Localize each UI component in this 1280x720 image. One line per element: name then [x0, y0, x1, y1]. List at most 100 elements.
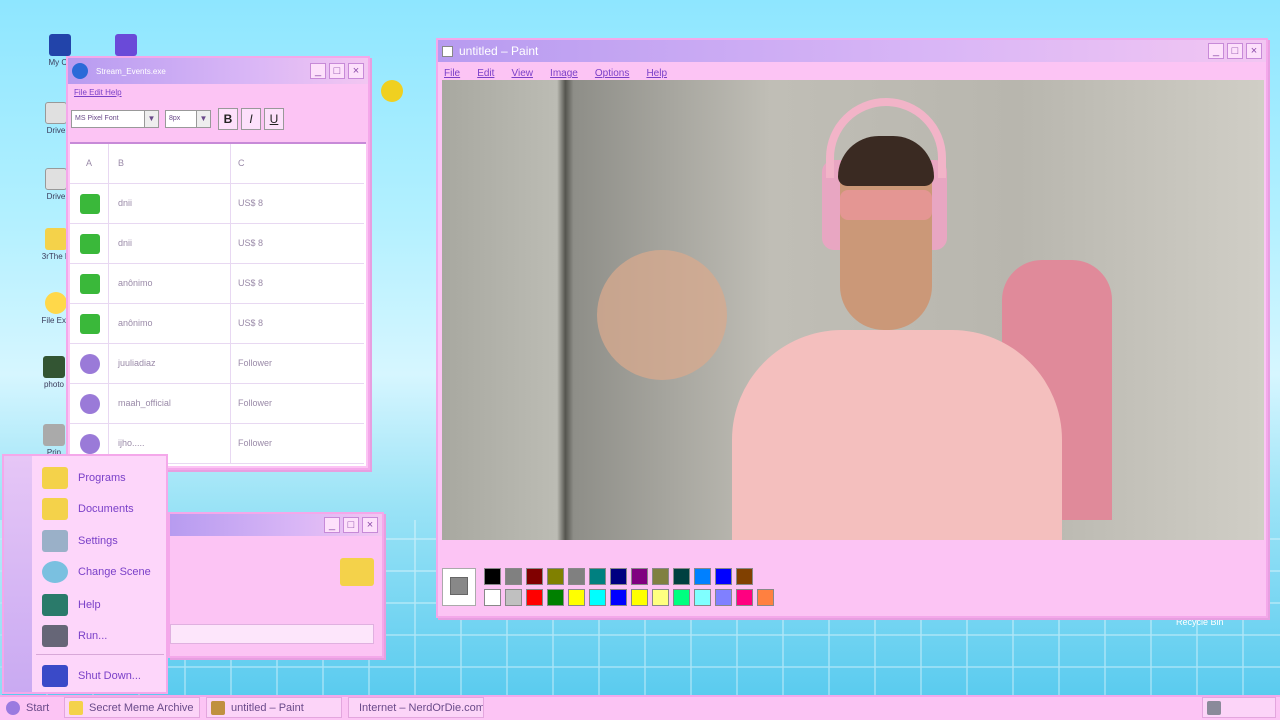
- photo-icon: [43, 356, 65, 378]
- color-swatch[interactable]: [652, 568, 669, 585]
- close-button[interactable]: ×: [348, 63, 364, 79]
- stuff-icon: [381, 80, 403, 102]
- archive-title-bar[interactable]: _ □ ×: [170, 514, 382, 536]
- table-row: anônimo US$ 8: [70, 304, 364, 344]
- table-header: A B C: [70, 144, 364, 184]
- paint-canvas[interactable]: [442, 80, 1264, 540]
- color-swatch[interactable]: [673, 568, 690, 585]
- color-swatch[interactable]: [526, 589, 543, 606]
- menu-options[interactable]: Options: [595, 68, 629, 79]
- start-item-settings[interactable]: Settings: [42, 527, 118, 555]
- minimize-button[interactable]: _: [1208, 43, 1224, 59]
- menu-file[interactable]: File: [444, 68, 460, 79]
- color-swatch[interactable]: [568, 568, 585, 585]
- color-swatch[interactable]: [589, 589, 606, 606]
- start-item-run[interactable]: Run...: [42, 622, 107, 650]
- maximize-button[interactable]: □: [329, 63, 345, 79]
- color-swatch[interactable]: [631, 589, 648, 606]
- events-table: A B C dnii US$ 8 dnii US$ 8 anônimo US$ 8 anôn…: [70, 142, 366, 466]
- start-menu: Programs Documents Settings Change Scene…: [2, 454, 168, 694]
- stream-window-title: Stream_Events.exe: [96, 66, 166, 76]
- desktop-icon-network[interactable]: [96, 34, 156, 58]
- person-shirt-image: [732, 330, 1062, 540]
- printer-icon: [43, 424, 65, 446]
- color-swatch[interactable]: [484, 589, 501, 606]
- font-size-select[interactable]: 8px ▼: [165, 110, 211, 128]
- bold-button[interactable]: B: [218, 108, 238, 130]
- color-swatch[interactable]: [610, 568, 627, 585]
- paint-window-title: untitled – Paint: [459, 44, 539, 58]
- color-swatch[interactable]: [547, 568, 564, 585]
- paint-window: untitled – Paint _ □ × File Edit View Im…: [436, 38, 1268, 618]
- stream-title-bar[interactable]: Stream_Events.exe _ □ ×: [68, 58, 368, 84]
- maximize-button[interactable]: □: [1227, 43, 1243, 59]
- menu-edit[interactable]: Edit: [477, 68, 494, 79]
- color-swatch[interactable]: [715, 568, 732, 585]
- color-swatch[interactable]: [652, 589, 669, 606]
- color-swatch[interactable]: [610, 589, 627, 606]
- run-icon: [42, 625, 68, 647]
- color-swatch[interactable]: [736, 589, 753, 606]
- start-item-help[interactable]: Help: [42, 591, 101, 619]
- stream-events-window: Stream_Events.exe _ □ × File Edit Help M…: [66, 56, 370, 470]
- minimize-button[interactable]: _: [310, 63, 326, 79]
- italic-button[interactable]: I: [241, 108, 261, 130]
- color-swatch[interactable]: [505, 568, 522, 585]
- color-swatch[interactable]: [568, 589, 585, 606]
- taskbar-item-archive[interactable]: Secret Meme Archive: [64, 697, 200, 718]
- start-button[interactable]: Start: [2, 697, 58, 718]
- paint-icon: [211, 700, 225, 715]
- color-swatch[interactable]: [589, 568, 606, 585]
- blurred-hand-image: [597, 250, 727, 380]
- color-swatch[interactable]: [715, 589, 732, 606]
- start-item-shut-down[interactable]: Shut Down...: [42, 662, 141, 690]
- table-row: maah_official Follower: [70, 384, 364, 424]
- folder-icon: [45, 228, 67, 250]
- color-swatch[interactable]: [547, 589, 564, 606]
- volume-icon[interactable]: [1207, 700, 1221, 715]
- programs-icon: [42, 467, 68, 489]
- color-swatch[interactable]: [694, 568, 711, 585]
- paint-menu-bar: File Edit View Image Options Help: [438, 62, 1266, 82]
- documents-icon: [42, 498, 68, 520]
- taskbar-item-paint[interactable]: untitled – Paint: [206, 697, 342, 718]
- minimize-button[interactable]: _: [324, 517, 340, 533]
- menu-help[interactable]: Help: [646, 68, 667, 79]
- table-row: anônimo US$ 8: [70, 264, 364, 304]
- taskbar-item-internet[interactable]: Internet – NerdOrDie.com: [348, 697, 484, 718]
- color-swatch[interactable]: [694, 589, 711, 606]
- color-swatch[interactable]: [757, 589, 774, 606]
- color-swatch[interactable]: [631, 568, 648, 585]
- color-swatch[interactable]: [736, 568, 753, 585]
- color-swatch[interactable]: [526, 568, 543, 585]
- color-swatch[interactable]: [484, 568, 501, 585]
- underline-button[interactable]: U: [264, 108, 284, 130]
- recycle-bin-label[interactable]: Recycle Bin: [1176, 617, 1224, 627]
- stream-menu-bar[interactable]: File Edit Help: [74, 88, 136, 97]
- color-swatch[interactable]: [505, 589, 522, 606]
- table-row: dnii US$ 8: [70, 224, 364, 264]
- start-logo-icon: [6, 700, 20, 715]
- start-item-programs[interactable]: Programs: [42, 464, 126, 492]
- paint-title-bar[interactable]: untitled – Paint _ □ ×: [438, 40, 1266, 62]
- color-swatch[interactable]: [673, 589, 690, 606]
- change-scene-icon: [42, 561, 68, 583]
- folder-icon: [340, 558, 374, 586]
- start-item-change-scene[interactable]: Change Scene: [42, 558, 151, 586]
- font-select[interactable]: MS Pixel Font ▼: [71, 110, 159, 128]
- notes-icon: [115, 34, 137, 56]
- table-row: dnii US$ 8: [70, 184, 364, 224]
- user-add-icon: [80, 354, 100, 374]
- close-button[interactable]: ×: [1246, 43, 1262, 59]
- start-item-documents[interactable]: Documents: [42, 495, 134, 523]
- help-icon: [42, 594, 68, 616]
- close-button[interactable]: ×: [362, 517, 378, 533]
- maximize-button[interactable]: □: [343, 517, 359, 533]
- address-field[interactable]: [170, 624, 374, 644]
- current-color-box: [442, 568, 476, 606]
- menu-view[interactable]: View: [511, 68, 533, 79]
- desktop-icon-stuff[interactable]: [362, 80, 422, 104]
- menu-image[interactable]: Image: [550, 68, 578, 79]
- headset-band-image: [826, 98, 946, 178]
- money-icon: [80, 274, 100, 294]
